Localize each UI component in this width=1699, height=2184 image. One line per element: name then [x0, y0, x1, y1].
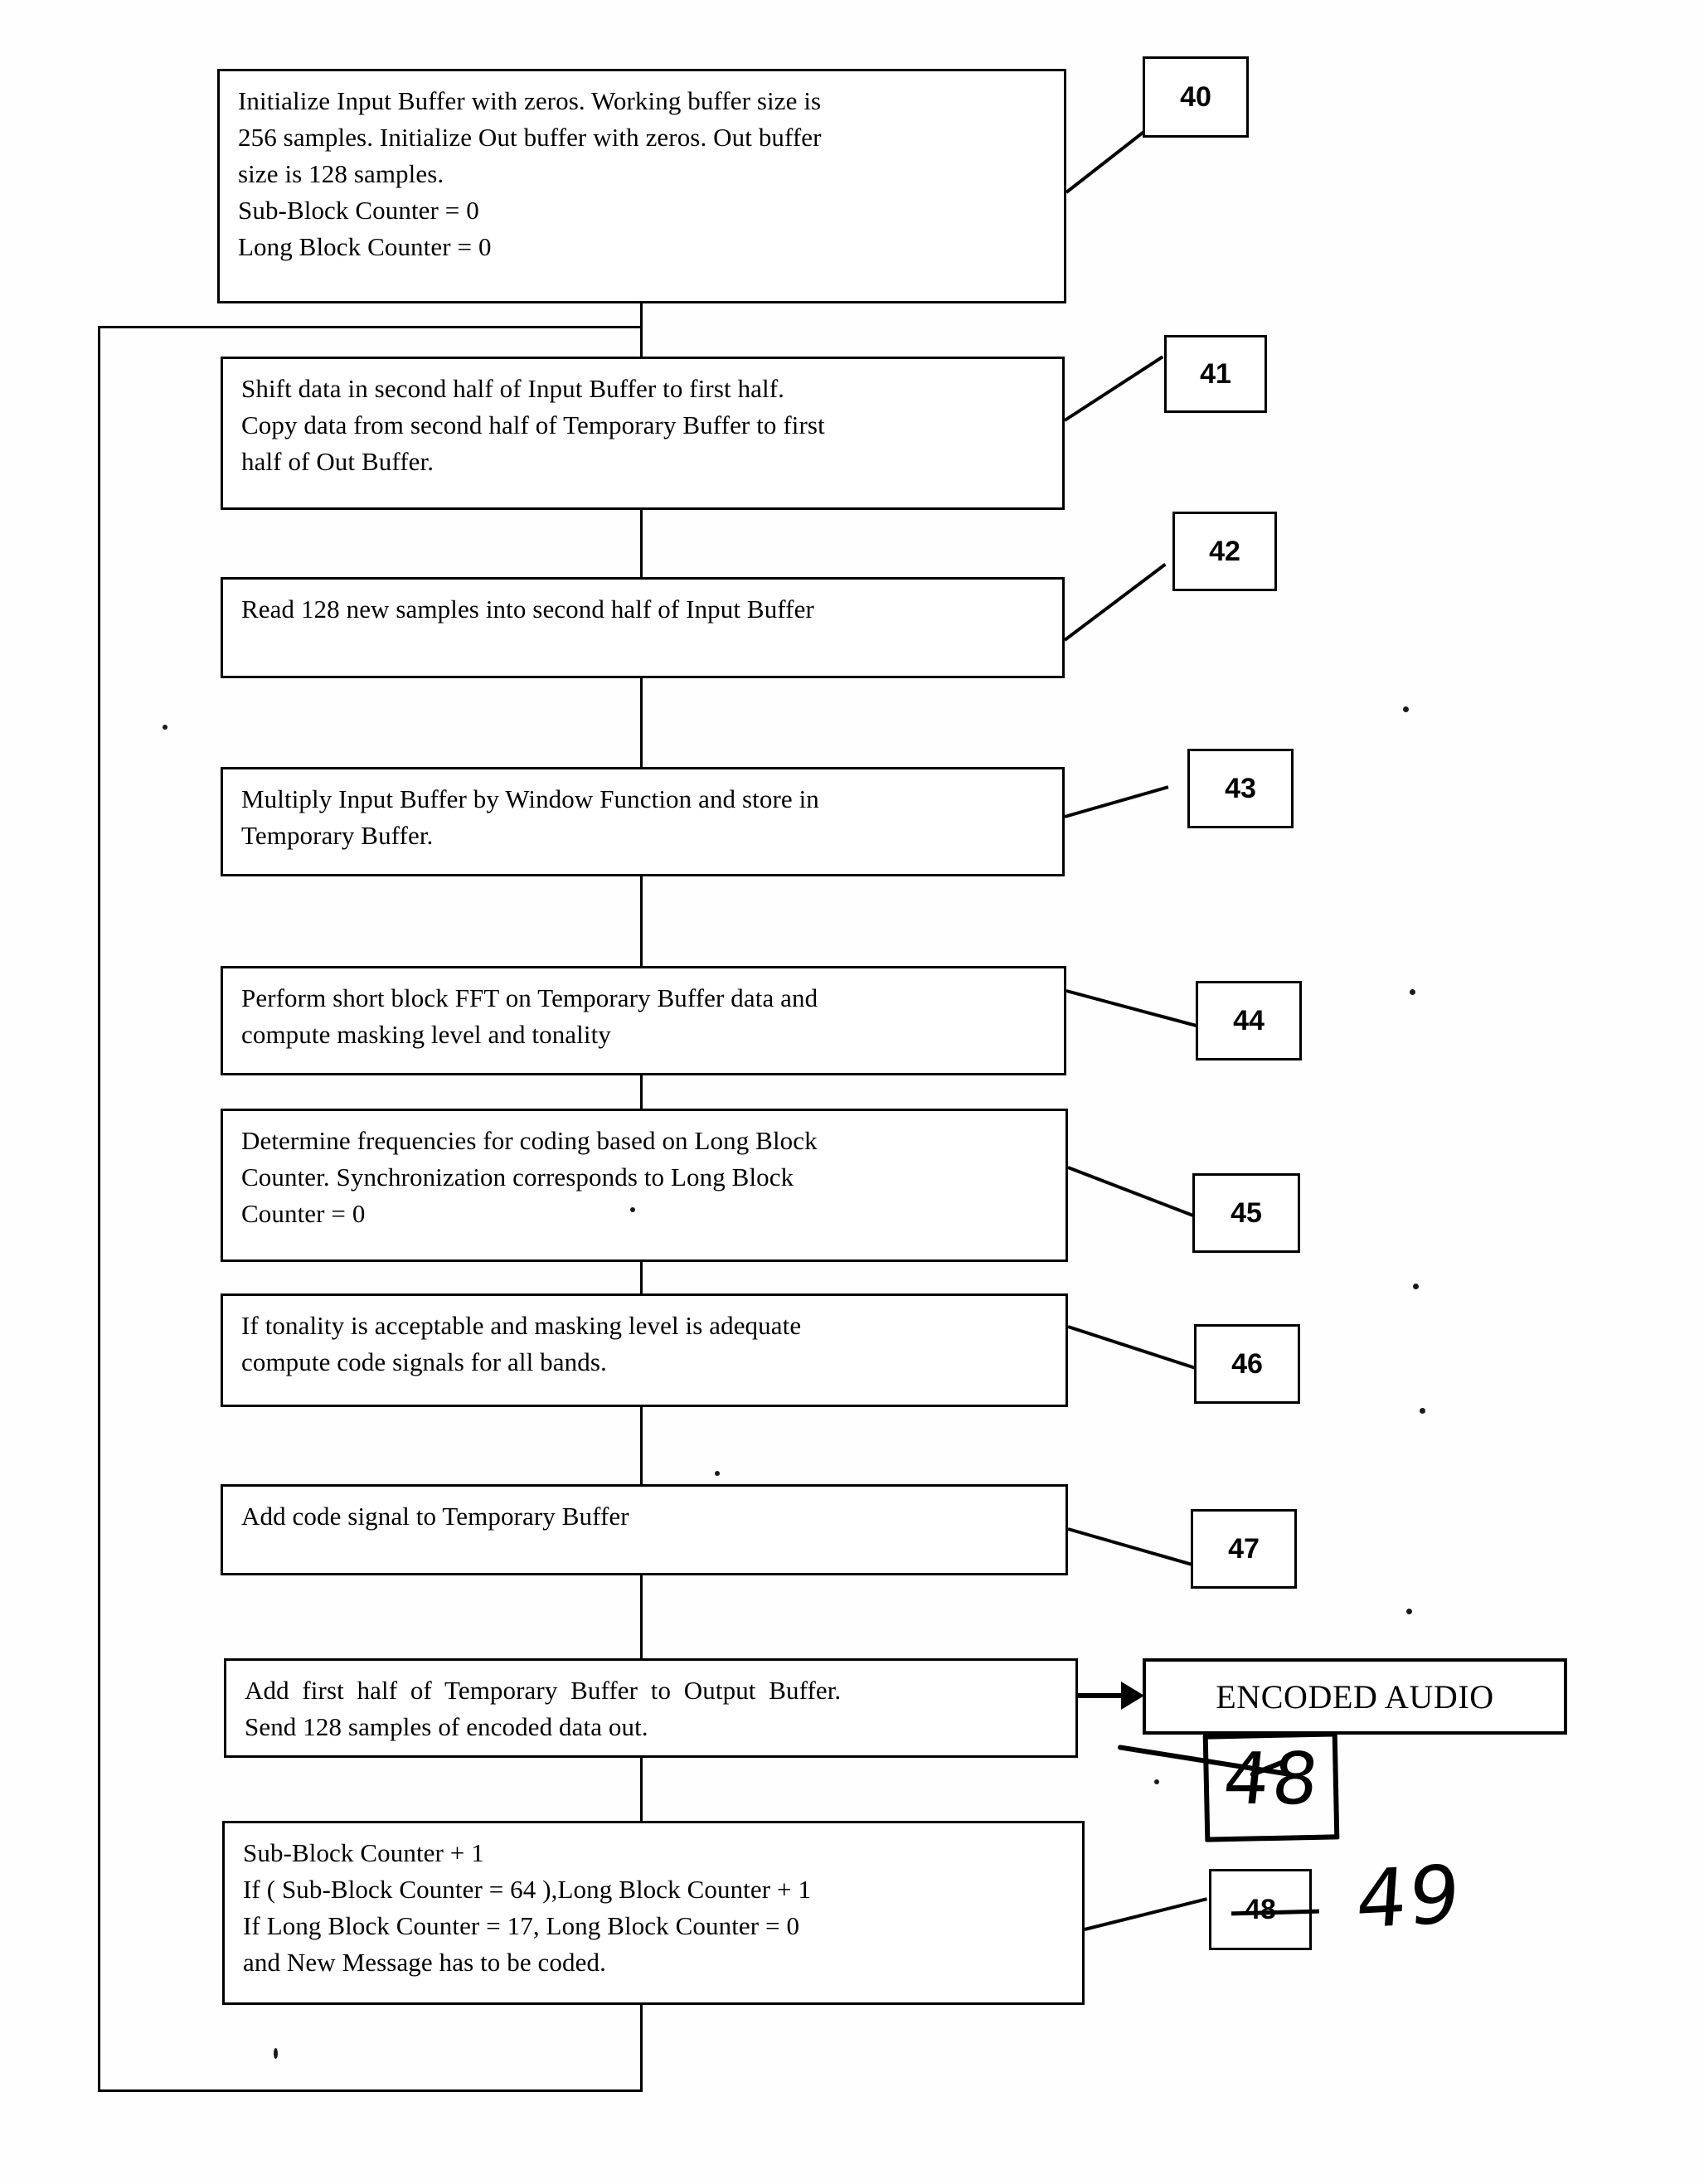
- scan-speck: [1413, 1284, 1419, 1289]
- reference-numeral-45: 45: [1192, 1173, 1300, 1253]
- box-48a-line-1: Add first half of Temporary Buffer to Ou…: [245, 1676, 842, 1705]
- feedback-loop-left: [98, 326, 100, 2092]
- reference-numeral-45-text: 45: [1231, 1196, 1262, 1229]
- lead-line-47: [1067, 1527, 1203, 1570]
- box-40-line-3: size is 128 samples.: [238, 159, 444, 189]
- scan-speck: [715, 1471, 720, 1476]
- process-box-46: If tonality is acceptable and masking le…: [221, 1293, 1068, 1407]
- process-box-45: Determine frequencies for coding based o…: [221, 1109, 1068, 1262]
- feedback-loop-bottom: [98, 2089, 643, 2092]
- reference-numeral-46: 46: [1194, 1324, 1300, 1404]
- reference-numeral-41-text: 41: [1200, 357, 1231, 390]
- scan-speck: [1410, 989, 1415, 995]
- scan-speck: [1403, 706, 1409, 712]
- reference-numeral-41: 41: [1164, 335, 1267, 413]
- reference-numeral-40-text: 40: [1180, 80, 1211, 113]
- box-41-line-2: Copy data from second half of Temporary …: [241, 410, 825, 440]
- reference-numeral-40: 40: [1143, 56, 1249, 138]
- lead-line-40: [1065, 126, 1150, 194]
- patent-figure-page: Initialize Input Buffer with zeros. Work…: [0, 0, 1699, 2184]
- scan-speck: [163, 725, 167, 730]
- reference-numeral-44-text: 44: [1233, 1004, 1265, 1036]
- scan-speck: [1154, 1779, 1159, 1784]
- scan-speck: [274, 2048, 278, 2059]
- process-box-40: Initialize Input Buffer with zeros. Work…: [217, 69, 1066, 303]
- box-46-line-1: If tonality is acceptable and masking le…: [241, 1311, 802, 1340]
- arrow-to-encoded-audio-head: [1121, 1682, 1144, 1710]
- process-box-48: Sub-Block Counter + 1 If ( Sub-Block Cou…: [222, 1821, 1085, 2005]
- box-45-line-1: Determine frequencies for coding based o…: [241, 1126, 818, 1155]
- box-48-line-1: Sub-Block Counter + 1: [243, 1838, 484, 1867]
- box-47-line-1: Add code signal to Temporary Buffer: [241, 1502, 629, 1531]
- handwritten-48-text: 48: [1219, 1738, 1326, 1821]
- reference-numeral-47-text: 47: [1228, 1532, 1260, 1565]
- process-box-43: Multiply Input Buffer by Window Function…: [221, 767, 1065, 876]
- process-box-add-to-output: Add first half of Temporary Buffer to Ou…: [224, 1658, 1078, 1758]
- connector-46-47: [640, 1407, 643, 1485]
- encoded-audio-label: ENCODED AUDIO: [1216, 1677, 1494, 1716]
- box-48-line-2: If ( Sub-Block Counter = 64 ),Long Block…: [243, 1875, 812, 1905]
- box-42-line-1: Read 128 new samples into second half of…: [241, 595, 814, 624]
- process-box-41: Shift data in second half of Input Buffe…: [221, 357, 1065, 510]
- feedback-loop-top: [98, 326, 643, 328]
- box-43-line-1: Multiply Input Buffer by Window Function…: [241, 784, 819, 813]
- box-44-line-1: Perform short block FFT on Temporary Buf…: [241, 983, 818, 1012]
- connector-44-45: [640, 1075, 643, 1109]
- arrow-to-encoded-audio-line: [1078, 1693, 1126, 1698]
- scan-speck: [1406, 1609, 1412, 1614]
- reference-numeral-46-text: 46: [1231, 1347, 1263, 1380]
- box-40-line-4: Sub-Block Counter = 0: [238, 196, 479, 226]
- box-41-line-1: Shift data in second half of Input Buffe…: [241, 374, 785, 403]
- box-43-line-2: Temporary Buffer.: [241, 821, 434, 851]
- box-45-line-3: Counter = 0: [241, 1199, 366, 1229]
- process-box-42: Read 128 new samples into second half of…: [221, 577, 1065, 678]
- lead-line-46: [1067, 1325, 1205, 1373]
- box-44-line-2: compute masking level and tonality: [241, 1020, 611, 1050]
- reference-numeral-42: 42: [1172, 512, 1277, 591]
- reference-numeral-48: 48: [1209, 1869, 1312, 1950]
- handwritten-49-text: 49: [1353, 1847, 1465, 1947]
- box-45-line-2: Counter. Synchronization corresponds to …: [241, 1162, 794, 1192]
- reference-numeral-43: 43: [1187, 749, 1294, 828]
- lead-line-43: [1064, 785, 1169, 818]
- connector-45-46: [640, 1262, 643, 1294]
- reference-numeral-42-text: 42: [1209, 535, 1240, 567]
- reference-numeral-44: 44: [1196, 981, 1302, 1060]
- feedback-loop-down: [640, 2005, 643, 2092]
- connector-41-42: [640, 510, 643, 578]
- box-48a-line-2: Send 128 samples of encoded data out.: [245, 1712, 648, 1742]
- lead-line-42: [1063, 562, 1167, 642]
- box-48-line-4: and New Message has to be coded.: [243, 1948, 606, 1978]
- box-41-line-3: half of Out Buffer.: [241, 447, 434, 477]
- process-box-44: Perform short block FFT on Temporary Buf…: [221, 966, 1066, 1075]
- connector-48a-48: [640, 1758, 643, 1822]
- connector-43-44: [640, 876, 643, 968]
- reference-numeral-47: 47: [1191, 1509, 1297, 1589]
- connector-42-43: [640, 678, 643, 768]
- scan-speck: [630, 1207, 635, 1212]
- process-box-47: Add code signal to Temporary Buffer: [221, 1484, 1068, 1575]
- connector-40-41: [640, 303, 643, 358]
- box-48-line-3: If Long Block Counter = 17, Long Block C…: [243, 1911, 800, 1941]
- box-40-line-1: Initialize Input Buffer with zeros. Work…: [238, 86, 822, 115]
- reference-numeral-48-text: 48: [1245, 1893, 1276, 1925]
- box-40-line-5: Long Block Counter = 0: [238, 232, 492, 262]
- lead-line-48: [1084, 1897, 1207, 1931]
- lead-line-44: [1066, 989, 1210, 1031]
- scan-speck: [1420, 1408, 1425, 1414]
- box-40-line-2: 256 samples. Initialize Out buffer with …: [238, 123, 822, 153]
- reference-numeral-43-text: 43: [1225, 772, 1256, 804]
- connector-47-48a: [640, 1575, 643, 1659]
- lead-line-41: [1063, 355, 1164, 422]
- encoded-audio-box: ENCODED AUDIO: [1143, 1658, 1567, 1735]
- lead-line-45: [1067, 1166, 1206, 1221]
- box-46-line-2: compute code signals for all bands.: [241, 1347, 607, 1377]
